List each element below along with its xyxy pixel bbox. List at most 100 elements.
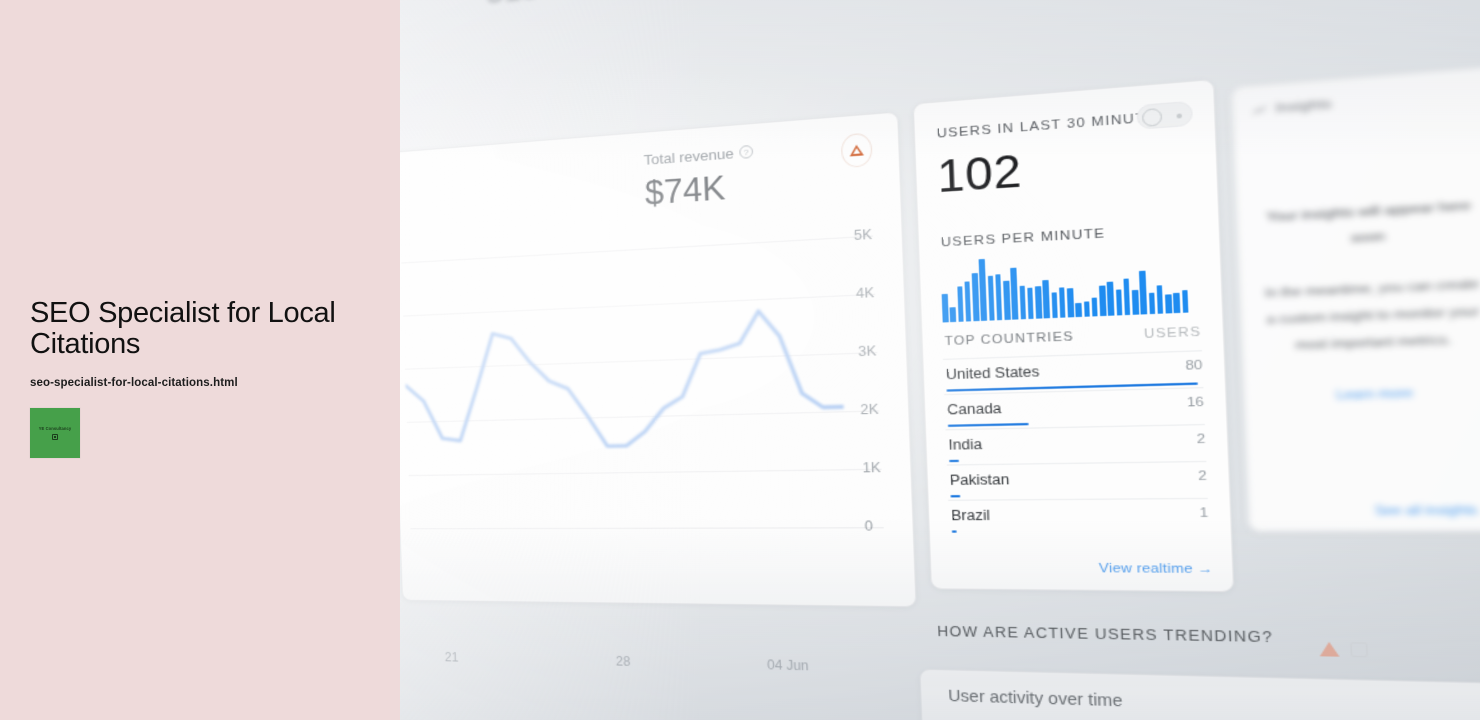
view-realtime-link[interactable]: View realtime → bbox=[1099, 562, 1214, 577]
country-name: India bbox=[948, 436, 983, 454]
sparkline-bar bbox=[956, 285, 964, 322]
sparkline-bar bbox=[1091, 297, 1099, 317]
sparkline-bar bbox=[1156, 285, 1164, 314]
sparkline-bar bbox=[987, 275, 995, 321]
logo-text: YE Consultancy bbox=[38, 426, 72, 431]
country-bar bbox=[949, 459, 960, 463]
expand-icon[interactable] bbox=[1350, 642, 1368, 658]
sparkline-bar bbox=[1123, 277, 1131, 316]
sparkline-bar bbox=[1083, 300, 1090, 317]
left-info-panel: SEO Specialist for Local Citations seo-s… bbox=[0, 0, 400, 720]
country-bar bbox=[947, 422, 1029, 427]
country-users: 2 bbox=[1198, 469, 1208, 484]
table-row[interactable]: India 2 bbox=[945, 423, 1207, 465]
sparkline-bar bbox=[1139, 270, 1148, 315]
sparkline-bar bbox=[1066, 288, 1074, 318]
page-title: SEO Specialist for Local Citations bbox=[30, 297, 336, 361]
revenue-metric: Total revenue? $74K bbox=[643, 144, 755, 213]
y-axis-tick: 3K bbox=[857, 343, 877, 360]
logo[interactable]: YE Consultancy bbox=[30, 408, 80, 458]
table-row[interactable]: Canada 16 bbox=[944, 387, 1205, 430]
users-column-label: USERS bbox=[1143, 325, 1202, 342]
insights-title-row: Insights bbox=[1252, 97, 1332, 117]
insights-learn-more-link[interactable]: Learn more bbox=[1263, 378, 1480, 411]
users-per-minute-sparkline bbox=[940, 249, 1189, 323]
realtime-user-count: 102 bbox=[936, 146, 1023, 203]
y-axis-tick: 5K bbox=[853, 226, 873, 244]
sparkline-bar bbox=[978, 258, 988, 321]
insights-title: Insights bbox=[1275, 97, 1333, 116]
sparkline-bar bbox=[1058, 287, 1066, 318]
revenue-line-series bbox=[401, 238, 848, 531]
country-bar bbox=[950, 495, 961, 498]
sparkline-bar bbox=[1098, 285, 1107, 317]
sparkline-bar bbox=[1010, 267, 1019, 320]
x-axis-tick: 21 bbox=[444, 649, 459, 665]
sparkline-bar bbox=[1181, 289, 1189, 313]
sparkline-bar bbox=[1003, 280, 1011, 320]
y-axis-tick: 0 bbox=[864, 518, 874, 534]
realtime-kicker: USERS IN LAST 30 MINUTES bbox=[936, 109, 1170, 142]
x-axis-tick: 04 Jun bbox=[766, 657, 809, 674]
y-axis-tick: 4K bbox=[855, 284, 875, 302]
logo-mark-icon bbox=[52, 434, 58, 440]
insights-footer-link[interactable]: See all insights → bbox=[1374, 503, 1480, 518]
table-row[interactable]: Brazil 1 bbox=[948, 497, 1210, 535]
insights-line-2: In the meantime, you can create a custom… bbox=[1264, 276, 1480, 353]
warning-triangle-icon[interactable] bbox=[1319, 642, 1339, 657]
dashboard-photo: …age engagement time? 51s Total revenue?… bbox=[400, 0, 1480, 720]
sparkline-bar bbox=[1075, 302, 1082, 318]
country-users: 2 bbox=[1196, 432, 1206, 447]
sparkline-bar bbox=[1131, 289, 1139, 315]
user-activity-title: User activity over time bbox=[947, 686, 1123, 710]
top-countries-header: TOP COUNTRIES USERS bbox=[944, 325, 1201, 348]
active-users-kicker: HOW ARE ACTIVE USERS TRENDING? bbox=[936, 623, 1274, 646]
country-name: Brazil bbox=[950, 507, 991, 524]
toggle-dot-icon bbox=[1176, 112, 1183, 118]
insights-spark-icon bbox=[1252, 103, 1268, 116]
realtime-toggle[interactable] bbox=[1136, 100, 1194, 130]
country-bar bbox=[951, 530, 957, 533]
sparkline-bar bbox=[1050, 291, 1058, 319]
screenshot-root: …age engagement time? 51s Total revenue?… bbox=[0, 0, 1480, 720]
sparkline-bar bbox=[1019, 285, 1027, 320]
y-axis-tick: 1K bbox=[862, 459, 881, 476]
sparkline-bar bbox=[1106, 281, 1115, 316]
engagement-metric: …age engagement time? 51s bbox=[400, 0, 859, 75]
top-countries-label: TOP COUNTRIES bbox=[944, 330, 1075, 349]
help-circle-icon[interactable]: ? bbox=[739, 144, 754, 159]
x-axis-tick: 28 bbox=[615, 653, 631, 670]
sparkline-bar bbox=[1026, 287, 1035, 320]
warning-triangle-icon[interactable] bbox=[840, 132, 873, 169]
file-name-label: seo-specialist-for-local-citations.html bbox=[30, 377, 238, 389]
sparkline-bar bbox=[1034, 285, 1042, 319]
country-name: Pakistan bbox=[949, 471, 1010, 489]
table-row[interactable]: Pakistan 2 bbox=[946, 460, 1208, 500]
analytics-screen: …age engagement time? 51s Total revenue?… bbox=[400, 0, 1480, 720]
country-users: 16 bbox=[1186, 395, 1205, 411]
country-users: 80 bbox=[1185, 358, 1203, 374]
engagement-metric-value: 51s bbox=[485, 0, 538, 11]
sparkline-bar bbox=[971, 273, 980, 322]
revenue-metric-value: $74K bbox=[644, 168, 726, 213]
sparkline-bar bbox=[995, 273, 1003, 321]
revenue-chart-card: Total revenue? $74K 5K 4K 3K 2K 1K 0 21 … bbox=[400, 111, 917, 674]
sparkline-bar bbox=[1115, 288, 1123, 316]
revenue-metric-label: Total revenue bbox=[643, 145, 735, 169]
sparkline-bar bbox=[1148, 292, 1156, 315]
insights-card: Insights Your insights will appear here … bbox=[1230, 65, 1480, 533]
sparkline-bar bbox=[1042, 280, 1050, 319]
sparkline-bar bbox=[941, 294, 949, 323]
user-activity-card: User activity over time bbox=[919, 668, 1480, 720]
sparkline-bar bbox=[964, 281, 972, 322]
sparkline-bar bbox=[949, 306, 957, 323]
insights-line-1: Your insights will appear here soon bbox=[1266, 198, 1472, 246]
users-per-minute-label: USERS PER MINUTE bbox=[940, 226, 1106, 250]
y-axis-tick: 2K bbox=[860, 401, 879, 418]
insights-body: Your insights will appear here soon In t… bbox=[1256, 193, 1480, 410]
country-name: United States bbox=[945, 363, 1040, 383]
country-name: Canada bbox=[946, 400, 1002, 418]
country-users: 1 bbox=[1199, 506, 1209, 521]
realtime-users-card: USERS IN LAST 30 MINUTES 102 USERS PER M… bbox=[912, 78, 1235, 593]
sparkline-bar bbox=[1164, 294, 1172, 314]
